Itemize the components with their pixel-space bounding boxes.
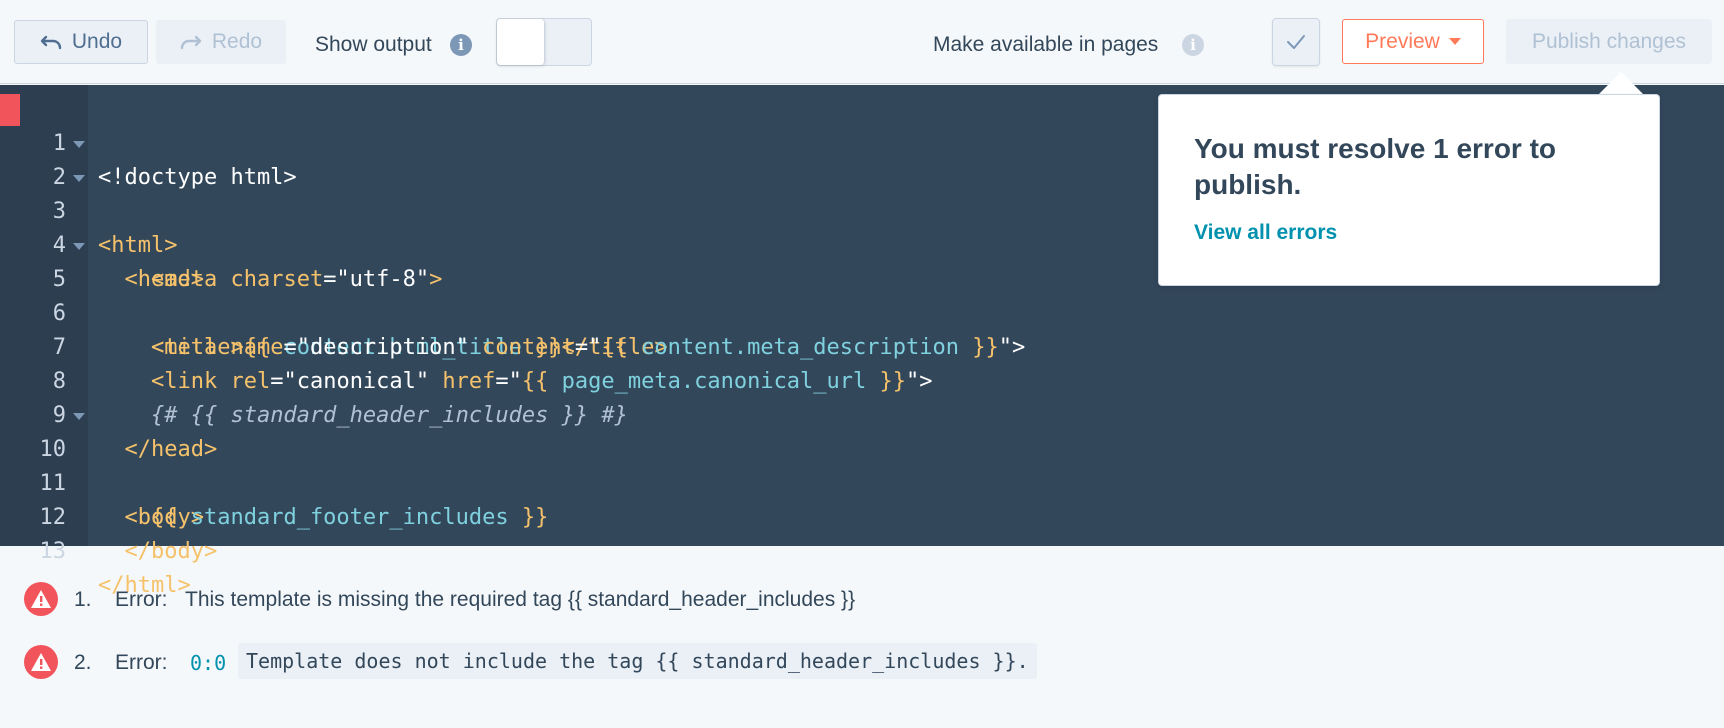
popover-arrow	[1599, 72, 1643, 94]
preview-label: Preview	[1365, 29, 1440, 53]
publish-error-popover: You must resolve 1 error to publish. Vie…	[1158, 94, 1660, 286]
fold-icon[interactable]	[73, 243, 85, 250]
code-line: 10 <body>	[0, 399, 1150, 530]
code-line: 6 <meta name="description" content="{{ c…	[0, 263, 1150, 360]
code-line: 11 {{ standard_footer_includes }}	[0, 433, 1150, 530]
error-message: This template is missing the required ta…	[185, 588, 856, 611]
line-number: 13	[39, 539, 67, 564]
show-output-toggle[interactable]	[496, 18, 592, 66]
check-icon	[1287, 35, 1305, 49]
popover-title: You must resolve 1 error to publish.	[1194, 133, 1557, 200]
error-location-link[interactable]: 0:0	[190, 651, 226, 675]
error-item: 1. Error: This template is missing the r…	[0, 580, 1724, 620]
publish-changes-button[interactable]: Publish changes	[1506, 19, 1712, 64]
editor-toolbar: Undo Redo Show output i Make available i…	[0, 0, 1724, 84]
code-line: 13 </html>	[0, 501, 1150, 598]
undo-label: Undo	[71, 30, 123, 53]
code-line: 5 <title>{{ content.html_title }}</title…	[0, 229, 1150, 360]
code-line: 8 {# {{ standard_header_includes }} #}	[0, 331, 1150, 428]
fold-icon[interactable]	[73, 175, 85, 182]
error-code-snippet: Template does not include the tag {{ sta…	[238, 643, 1037, 679]
fold-icon[interactable]	[73, 141, 85, 148]
error-number: 2.	[74, 651, 92, 674]
warning-icon	[24, 645, 58, 679]
warning-icon	[24, 582, 58, 616]
code-line: 9 </head>	[0, 365, 1150, 462]
info-icon[interactable]: i	[450, 34, 472, 56]
view-all-errors-link[interactable]: View all errors	[1194, 221, 1337, 245]
code-text: </body>	[124, 539, 218, 564]
fold-icon[interactable]	[73, 413, 85, 420]
make-available-label: Make available in pages	[933, 33, 1159, 56]
code-line: 3 <head>	[0, 161, 1150, 292]
show-output-label: Show output	[315, 33, 432, 56]
redo-button[interactable]: Redo	[156, 20, 286, 64]
toggle-knob	[497, 19, 545, 65]
error-number: 1.	[74, 588, 92, 611]
preview-button[interactable]: Preview	[1342, 19, 1484, 64]
caret-down-icon	[1448, 38, 1461, 45]
redo-icon	[180, 35, 202, 50]
code-line: 4 <meta charset="utf-8">	[0, 195, 1150, 292]
code-line: 12 </body>	[0, 467, 1150, 564]
error-item: 2. Error: 0:0 Template does not include …	[0, 643, 1724, 683]
publish-label: Publish changes	[1531, 29, 1687, 53]
code-line: 2 <html>	[0, 127, 1150, 258]
redo-label: Redo	[211, 30, 263, 53]
make-available-checkbox[interactable]	[1272, 18, 1320, 66]
code-line: 1 <!doctype html>	[0, 93, 1150, 190]
code-line: 7 <link rel="canonical" href="{{ page_me…	[0, 297, 1150, 394]
error-label: Error:	[115, 588, 168, 611]
info-icon[interactable]: i	[1182, 34, 1204, 56]
undo-icon	[40, 35, 62, 50]
undo-button[interactable]: Undo	[14, 20, 148, 64]
error-label: Error:	[115, 651, 168, 674]
